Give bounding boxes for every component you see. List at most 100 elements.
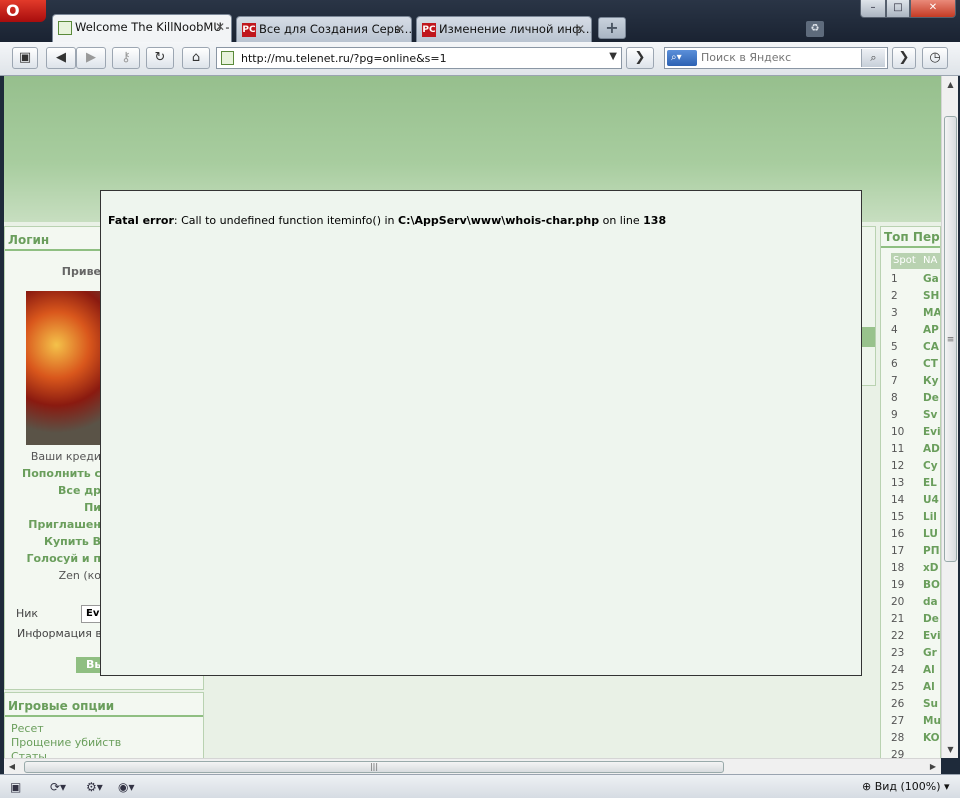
panel-toggle-icon[interactable]: ▣ bbox=[10, 779, 21, 795]
character-name-link[interactable]: CT bbox=[923, 358, 938, 370]
character-name-link[interactable]: Mu bbox=[923, 715, 940, 727]
table-row: 16 LU bbox=[891, 526, 940, 543]
home-button[interactable]: ⌂ bbox=[182, 47, 210, 69]
horizontal-scrollbar[interactable]: ◀ ||| ▶ bbox=[4, 758, 941, 774]
all-link[interactable]: Все др bbox=[5, 484, 101, 497]
stats-link[interactable]: Статы bbox=[11, 750, 47, 758]
character-name-link[interactable]: Sv bbox=[923, 409, 937, 421]
clock-icon[interactable]: ◷ bbox=[922, 47, 948, 69]
zoom-control[interactable]: ⊕ Вид (100%) ▾ bbox=[862, 780, 950, 793]
new-tab-button[interactable]: + bbox=[598, 17, 626, 39]
address-bar[interactable]: http://mu.telenet.ru/?pg=online&s=1 ▼ bbox=[216, 47, 622, 69]
character-name-link[interactable]: Ку bbox=[923, 375, 938, 387]
turbo-icon[interactable]: ◉▾ bbox=[118, 779, 135, 795]
character-name-link[interactable]: Cy bbox=[923, 460, 938, 472]
search-box[interactable]: ⌕▾ ⌕ bbox=[664, 47, 888, 69]
character-name-link[interactable]: U4 bbox=[923, 494, 939, 506]
character-name-link[interactable]: MA bbox=[923, 307, 940, 319]
chevron-down-icon[interactable]: ▼ bbox=[609, 51, 617, 62]
reset-link[interactable]: Ресет bbox=[11, 722, 44, 735]
messages-link[interactable]: Пи bbox=[5, 501, 101, 514]
invite-link[interactable]: Приглашен bbox=[5, 518, 101, 531]
character-name-link[interactable]: CA bbox=[923, 341, 939, 353]
address-text: http://mu.telenet.ru/?pg=online&s=1 bbox=[241, 52, 447, 65]
opera-menu-button[interactable]: O bbox=[0, 0, 46, 22]
character-name-link[interactable]: LU bbox=[923, 528, 938, 540]
spot-cell: 25 bbox=[891, 681, 905, 693]
scroll-up-icon[interactable]: ▲ bbox=[942, 76, 959, 93]
spot-cell: 2 bbox=[891, 290, 898, 302]
character-name-link[interactable]: PП bbox=[923, 545, 939, 557]
table-row: 1 Ga bbox=[891, 271, 940, 288]
table-row: 21 De bbox=[891, 611, 940, 628]
buy-link[interactable]: Купить В bbox=[5, 535, 101, 548]
tab-close-icon[interactable]: ✕ bbox=[215, 20, 225, 34]
page-icon bbox=[58, 21, 72, 35]
tab-server-creation[interactable]: PC Все для Создания Серв… ✕ bbox=[236, 16, 412, 42]
search-go-button[interactable]: ❯ bbox=[892, 47, 916, 69]
character-name-link[interactable]: Al bbox=[923, 681, 935, 693]
tab-personal-info[interactable]: PC Изменение личной инф… ✕ bbox=[416, 16, 592, 42]
exit-button[interactable]: Вы bbox=[76, 657, 102, 673]
character-name-link[interactable]: da bbox=[923, 596, 938, 608]
topup-link[interactable]: Пополнить с bbox=[5, 467, 101, 480]
table-row: 24 Al bbox=[891, 662, 940, 679]
forward-button[interactable]: ▶ bbox=[76, 47, 106, 69]
table-row: 8 De bbox=[891, 390, 940, 407]
spot-cell: 10 bbox=[891, 426, 905, 438]
scroll-right-icon[interactable]: ▶ bbox=[925, 759, 941, 775]
character-name-link[interactable]: SH bbox=[923, 290, 939, 302]
save-icon[interactable]: ▣ bbox=[12, 47, 38, 69]
search-input[interactable] bbox=[701, 51, 851, 64]
table-row: 12 Cy bbox=[891, 458, 940, 475]
vote-link[interactable]: Голосуй и п bbox=[5, 552, 101, 565]
name-header: NA bbox=[923, 255, 938, 266]
scroll-left-icon[interactable]: ◀ bbox=[4, 759, 20, 775]
spot-cell: 12 bbox=[891, 460, 905, 472]
character-name-link[interactable]: AP bbox=[923, 324, 939, 336]
close-window-button[interactable]: ✕ bbox=[910, 0, 956, 18]
unite-icon[interactable]: ⚙▾ bbox=[86, 779, 103, 795]
table-row: 4 AP bbox=[891, 322, 940, 339]
error-online: on line bbox=[599, 214, 644, 227]
magnifier-icon[interactable]: ⌕▾ bbox=[667, 50, 697, 66]
character-name-link[interactable]: De bbox=[923, 613, 939, 625]
error-text: : Call to undefined function iteminfo() … bbox=[173, 214, 399, 227]
key-icon[interactable]: ⚷ bbox=[112, 47, 140, 69]
character-name-link[interactable]: Su bbox=[923, 698, 938, 710]
character-name-link[interactable]: Evi bbox=[923, 426, 940, 438]
highlight-bar bbox=[861, 327, 875, 347]
maximize-button[interactable]: □ bbox=[886, 0, 910, 18]
search-button[interactable]: ⌕ bbox=[861, 49, 885, 67]
center-panel-edge bbox=[860, 226, 876, 386]
character-name-link[interactable]: Lil bbox=[923, 511, 937, 523]
character-name-link[interactable]: BO bbox=[923, 579, 940, 591]
error-line: 138 bbox=[643, 214, 667, 227]
pk-clear-link[interactable]: Прощение убийств bbox=[11, 736, 121, 749]
horizontal-scroll-thumb[interactable]: ||| bbox=[24, 761, 724, 773]
credits-text: Ваши креди bbox=[30, 450, 101, 463]
character-name-link[interactable]: xD bbox=[923, 562, 939, 574]
spot-cell: 9 bbox=[891, 409, 898, 421]
character-name-link[interactable]: Ga bbox=[923, 273, 939, 285]
character-name-link[interactable]: Evi bbox=[923, 630, 940, 642]
trash-icon[interactable]: ♻ bbox=[806, 21, 824, 37]
character-name-link[interactable]: EL bbox=[923, 477, 937, 489]
go-button[interactable]: ❯ bbox=[626, 47, 654, 69]
minimize-button[interactable]: – bbox=[860, 0, 886, 18]
character-name-link[interactable]: De bbox=[923, 392, 939, 404]
scroll-down-icon[interactable]: ▼ bbox=[942, 741, 959, 758]
reload-button[interactable]: ↻ bbox=[146, 47, 174, 69]
character-name-link[interactable]: KO bbox=[923, 732, 940, 744]
character-name-link[interactable]: Al bbox=[923, 664, 935, 676]
tab-close-icon[interactable]: ✕ bbox=[395, 22, 405, 36]
spot-cell: 5 bbox=[891, 341, 898, 353]
vertical-scroll-thumb[interactable]: ≡ bbox=[944, 116, 957, 562]
character-name-link[interactable]: Gr bbox=[923, 647, 937, 659]
vertical-scrollbar[interactable]: ▲ ≡ ▼ bbox=[941, 76, 958, 758]
tab-welcome[interactable]: Welcome The KillNoobMU - ✕ bbox=[52, 14, 232, 42]
back-button[interactable]: ◀ bbox=[46, 47, 76, 69]
tab-close-icon[interactable]: ✕ bbox=[575, 22, 585, 36]
sync-icon[interactable]: ⟳▾ bbox=[50, 779, 66, 795]
character-name-link[interactable]: AD bbox=[923, 443, 940, 455]
